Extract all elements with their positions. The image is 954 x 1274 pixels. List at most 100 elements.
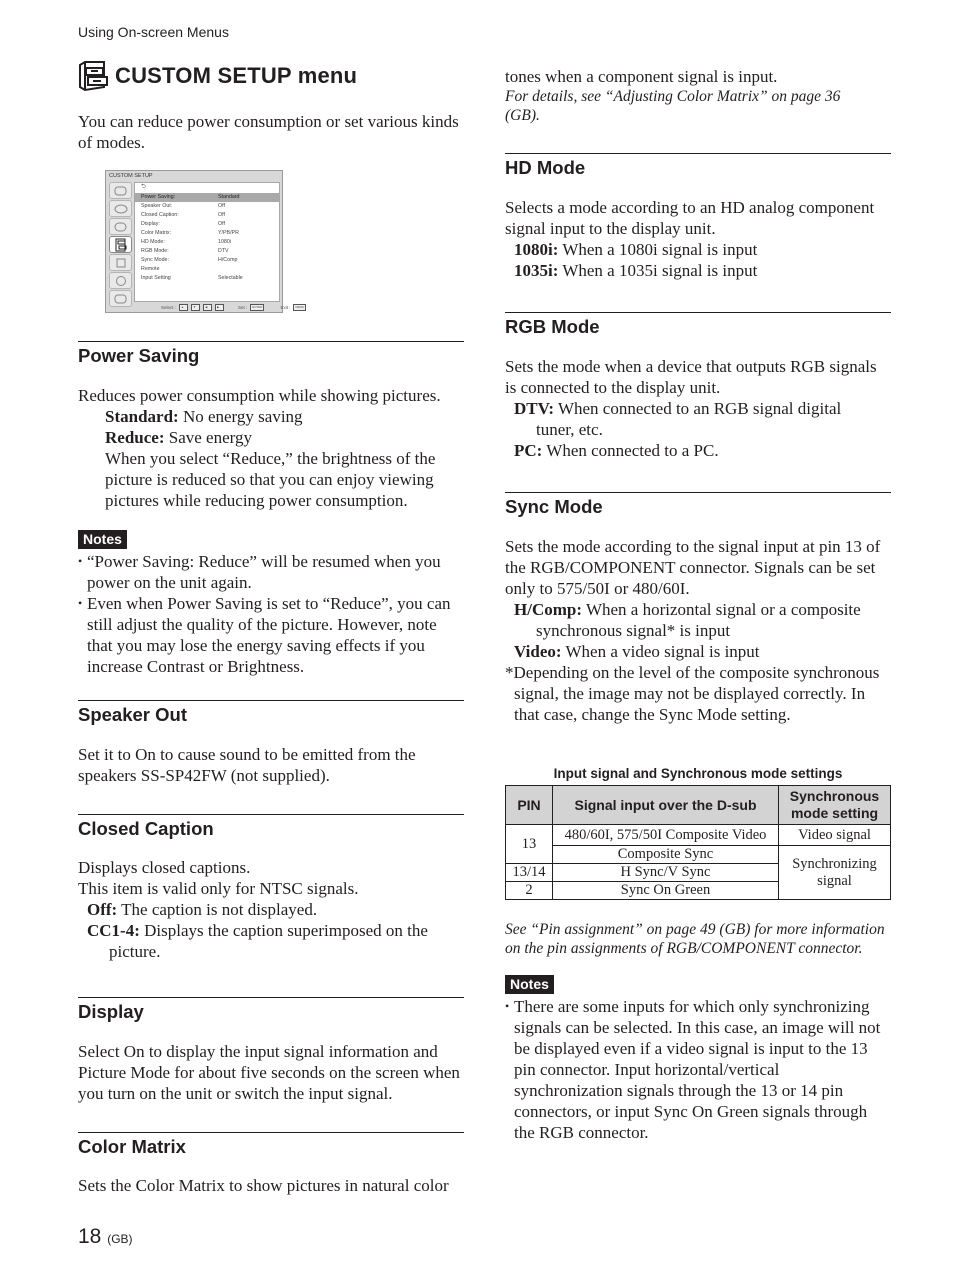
osd-row-label: Input Setting — [141, 275, 171, 281]
section-sync-mode: Sync Mode Sets the mode according to the… — [505, 492, 891, 725]
section-rule — [78, 997, 464, 998]
option-1080i: 1080i: When a 1080i signal is input — [514, 240, 758, 259]
section-speaker-out: Speaker Out Set it to On to cause sound … — [78, 700, 464, 786]
osd-row-label: Display: — [141, 221, 160, 227]
osd-menu-row: Speaker Out: Off — [135, 202, 279, 211]
section-rule — [78, 1132, 464, 1133]
enter-key-icon: ENTER — [250, 304, 265, 311]
option-cc1-4: CC1-4: Displays the caption superimposed… — [87, 921, 428, 961]
osd-row-value: Selectable — [218, 275, 243, 281]
section-heading: HD Mode — [505, 157, 586, 178]
section-color-matrix-continued: tones when a component signal is input. … — [505, 66, 891, 125]
osd-row-value: Off — [218, 203, 225, 209]
osd-menu-row: Input Setting Selectable — [135, 274, 279, 283]
osd-menu-row: Display: Off — [135, 220, 279, 229]
back-arrow-icon: ⮌ — [141, 184, 146, 190]
cabinet-drawer-icon — [79, 61, 108, 92]
sound-menu-icon — [109, 200, 132, 217]
osd-menu-row: Sync Mode: H/Comp — [135, 256, 279, 265]
sync-settings-table: PIN Signal input over the D-sub Synchron… — [505, 785, 891, 900]
section-heading: Power Saving — [78, 345, 200, 366]
cross-reference-link[interactable]: For details, see “Adjusting Color Matrix… — [505, 87, 865, 125]
osd-row-value: H/Comp — [218, 257, 238, 263]
bullet-icon: • — [78, 596, 83, 610]
osd-row-value: 1080i — [218, 239, 231, 245]
osd-menu-row: Color Matrix: Y/PB/PR — [135, 229, 279, 238]
osd-footer: Select : ▲ ▼ ◀ ▶ Set : ENTER Exit : MENU — [161, 304, 307, 311]
osd-row-label: Power Saving: — [141, 194, 176, 200]
section-description: Selects a mode according to an HD analog… — [505, 198, 875, 238]
notes-badge: Notes — [505, 975, 554, 994]
running-head: Using On-screen Menus — [78, 24, 229, 40]
section-rule — [78, 700, 464, 701]
osd-set-label: Set : — [238, 305, 248, 310]
osd-row-label: Speaker Out: — [141, 203, 173, 209]
section-heading: Speaker Out — [78, 704, 187, 725]
section-description: Set it to On to cause sound to be emitte… — [78, 745, 416, 785]
osd-menu-row: Remote — [135, 265, 279, 274]
osd-row-label: Closed Caption: — [141, 212, 179, 218]
osd-row-value: DTV — [218, 248, 229, 254]
down-key-icon: ▼ — [191, 304, 201, 311]
option-reduce: Reduce: Save energy — [105, 428, 252, 447]
osd-menu-row: RGB Mode: DTV — [135, 247, 279, 256]
osd-title: CUSTOM SETUP — [109, 173, 153, 179]
section-heading: Color Matrix — [78, 1136, 186, 1157]
osd-menu-rows: Power Saving: Standard Speaker Out: Off Clos… — [135, 193, 279, 283]
table-header-row: PIN Signal input over the D-sub Synchron… — [505, 785, 891, 825]
screen-menu-icon — [109, 218, 132, 235]
custom-setup-menu-screenshot: CUSTOM SETUP ⮌ Power Saving: Standard Spea… — [105, 170, 307, 313]
cell-pin: 13/14 — [505, 863, 553, 882]
osd-tab-column — [109, 182, 133, 308]
bullet-icon: • — [505, 999, 510, 1013]
cell-signal: 480/60I, 575/50I Composite Video — [552, 824, 779, 846]
osd-menu-row: Closed Caption: Off — [135, 211, 279, 220]
section-rgb-mode: RGB Mode Sets the mode when a device tha… — [505, 312, 891, 461]
section-heading: RGB Mode — [505, 316, 600, 337]
osd-row-value: Off — [218, 221, 225, 227]
note-item: • “Power Saving: Reduce” will be resumed … — [78, 552, 441, 592]
osd-menu-row: Power Saving: Standard — [135, 193, 279, 202]
cell-mode: Video signal — [778, 824, 891, 846]
note-item: • Even when Power Saving is set to “Reduc… — [78, 594, 451, 676]
section-description: Reduces power consumption while showing … — [78, 386, 441, 405]
cell-signal: H Sync/V Sync — [552, 863, 779, 882]
cell-signal: Sync On Green — [552, 881, 779, 900]
osd-select-label: Select : — [161, 305, 177, 310]
timer-menu-icon — [109, 272, 132, 289]
option-video: Video: When a video signal is input — [514, 642, 760, 661]
section-description-continued: tones when a component signal is input. — [505, 67, 778, 86]
section-description: Displays closed captions. — [78, 858, 251, 877]
osd-row-label: Color Matrix: — [141, 230, 172, 236]
osd-menu-panel: ⮌ Power Saving: Standard Speaker Out: Off Cl… — [134, 182, 280, 302]
section-display: Display Select On to display the input s… — [78, 997, 464, 1104]
cross-reference-link[interactable]: See “Pin assignment” on page 49 (GB) for… — [505, 920, 891, 958]
cell-mode: Synchronizing signal — [778, 845, 891, 900]
section-description: Sets the mode when a device that outputs… — [505, 357, 877, 397]
osd-row-label: HD Mode: — [141, 239, 165, 245]
setup-menu-icon — [109, 254, 132, 271]
section-description: Sets the mode according to the signal in… — [505, 537, 881, 598]
option-off: Off: The caption is not displayed. — [87, 900, 318, 919]
up-key-icon: ▲ — [179, 304, 189, 311]
page-suffix: (GB) — [107, 1232, 133, 1246]
section-heading: Display — [78, 1001, 144, 1022]
section-heading: Sync Mode — [505, 496, 603, 517]
section-rule — [505, 153, 891, 154]
option-1035i: 1035i: When a 1035i signal is input — [514, 261, 758, 280]
notes-badge: Notes — [78, 530, 127, 549]
option-standard: Standard: No energy saving — [105, 407, 303, 426]
section-hd-mode: HD Mode Selects a mode according to an H… — [505, 153, 891, 281]
osd-menu-row: HD Mode: 1080i — [135, 238, 279, 247]
section-rule — [505, 312, 891, 313]
note-item: • There are some inputs for which only sy… — [505, 997, 881, 1142]
osd-exit-label: Exit : — [280, 305, 291, 310]
section-description-2: This item is valid only for NTSC signals… — [78, 879, 359, 898]
table-row: Composite Sync Synchronizing signal — [506, 845, 891, 900]
cell-pin: 13 — [505, 824, 553, 864]
osd-row-label: Remote — [141, 266, 160, 272]
custom-setup-tab-icon — [109, 236, 132, 253]
page-number: 18 (GB) — [78, 1225, 133, 1248]
osd-row-value: Standard — [218, 194, 240, 200]
osd-row-value: Off — [218, 212, 225, 218]
